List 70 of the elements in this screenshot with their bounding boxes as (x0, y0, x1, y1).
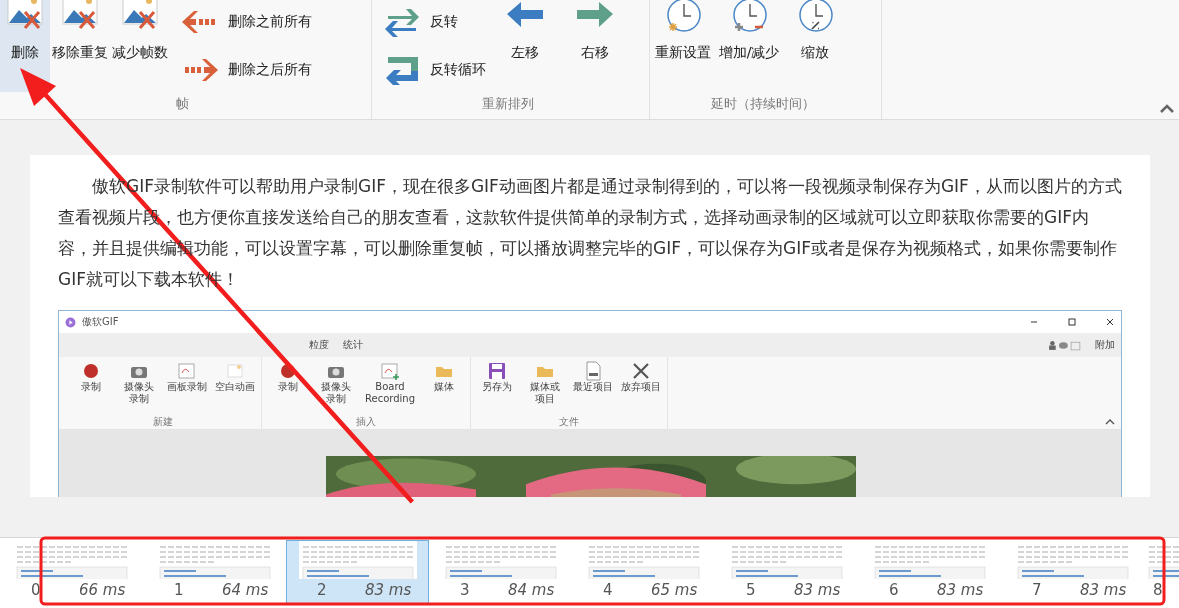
record-icon (81, 361, 101, 381)
frame-duration: 83 ms (937, 581, 984, 599)
group-label: 文件 (559, 415, 579, 429)
tab[interactable]: 附加 (1095, 338, 1115, 352)
ribbon-button[interactable]: 放弃项目 (621, 381, 661, 393)
ribbon-button[interactable]: Board Recording (362, 381, 418, 405)
frame-duration: 66 ms (79, 581, 126, 599)
ribbon-button[interactable]: 减少帧数 (110, 0, 170, 92)
maximize-icon[interactable] (1067, 317, 1077, 327)
ribbon-button[interactable]: 最近项目 (573, 381, 613, 393)
group-label: 插入 (356, 415, 376, 429)
ribbon-button[interactable]: 删除之前所有 (176, 0, 316, 44)
ribbon-button[interactable]: 媒体 (434, 381, 454, 393)
frame-item[interactable]: 5 83 ms (715, 540, 858, 604)
close-icon (631, 361, 651, 381)
frame-duration: 83 ms (1080, 581, 1127, 599)
frame-number: 1 (174, 581, 185, 599)
frame-item[interactable]: 4 65 ms (572, 540, 715, 604)
board-add-icon (380, 361, 400, 381)
ribbon-button[interactable]: 左移 (490, 0, 560, 92)
app-logo-icon (65, 316, 76, 328)
ribbon-button[interactable]: 移除重复 (50, 0, 110, 92)
blank-icon (225, 361, 245, 381)
ribbon-button[interactable]: 摄像头录制 (320, 381, 352, 405)
frame-number: 8 (1153, 581, 1164, 599)
ribbon-button[interactable]: 重新设置 (650, 0, 716, 92)
close-icon[interactable] (1105, 317, 1115, 327)
ribbon-button[interactable]: 反转 (378, 0, 490, 44)
frame-duration: 64 ms (222, 581, 269, 599)
frame-item[interactable]: 1 64 ms (143, 540, 286, 604)
collapse-ribbon-icon[interactable] (1105, 419, 1115, 425)
save-icon (487, 361, 507, 381)
ribbon-button[interactable]: 媒体或项目 (529, 381, 561, 405)
group-label: 重新排列 (480, 95, 535, 113)
ribbon-button[interactable]: 录制 (278, 381, 298, 393)
ribbon-button[interactable]: 删除 (0, 0, 50, 92)
ribbon-button[interactable]: 另存为 (482, 381, 512, 393)
ribbon-button[interactable]: 空白动画 (215, 381, 255, 393)
frame-number: 3 (460, 581, 471, 599)
frame-number: 5 (746, 581, 757, 599)
tab[interactable]: 统计 (343, 338, 363, 352)
frame-number: 2 (317, 581, 328, 599)
frame-number: 4 (603, 581, 614, 599)
frame-item[interactable]: 3 84 ms (429, 540, 572, 604)
frame-item[interactable]: 6 83 ms (858, 540, 1001, 604)
ribbon-button[interactable]: 录制 (81, 381, 101, 393)
document-icon (583, 361, 603, 381)
ribbon-button[interactable]: 画板录制 (167, 381, 207, 393)
ribbon-button[interactable]: 缩放 (782, 0, 848, 92)
tab[interactable]: 粒度 (309, 338, 329, 352)
ribbon-button[interactable]: 删除之后所有 (176, 48, 316, 92)
frame-duration: 83 ms (794, 581, 841, 599)
ribbon-button[interactable]: 摄像头录制 (123, 381, 155, 405)
group-label: 新建 (153, 415, 173, 429)
frame-duration: 65 ms (651, 581, 698, 599)
frame-item[interactable]: 2 83 ms (286, 540, 429, 604)
group-label: 延时（持续时间） (709, 95, 816, 113)
ribbon-button[interactable]: 增加/减少 (716, 0, 782, 92)
ribbon-button[interactable]: 反转循环 (378, 48, 490, 92)
board-icon (177, 361, 197, 381)
frame-number: 7 (1032, 581, 1043, 599)
window-title: 傲软GIF (82, 315, 119, 329)
frame-number: 6 (889, 581, 900, 599)
frame-item[interactable]: 7 83 ms (1001, 540, 1144, 604)
frame-duration: 84 ms (508, 581, 555, 599)
ribbon-button[interactable]: 右移 (560, 0, 630, 92)
frame-duration: 83 ms (365, 581, 412, 599)
account-icons[interactable] (1048, 339, 1081, 351)
group-label: 帧 (175, 95, 190, 113)
collapse-ribbon-icon[interactable] (1159, 103, 1175, 113)
